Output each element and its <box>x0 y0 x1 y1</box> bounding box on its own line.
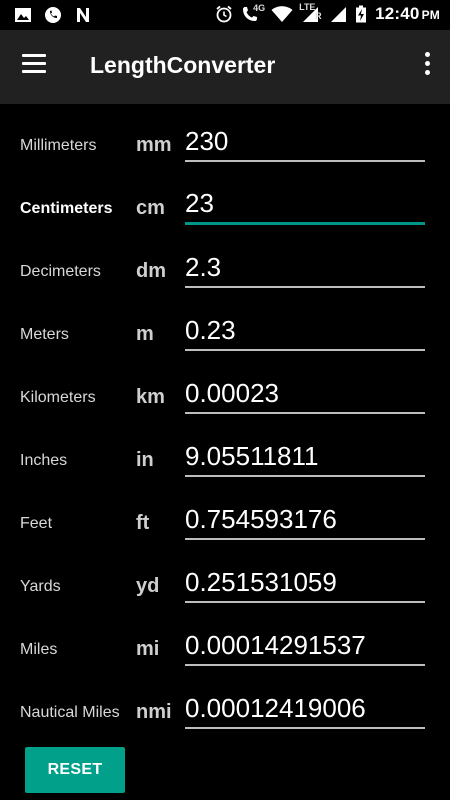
cm-value-input[interactable] <box>185 187 425 225</box>
unit-name-label: Feet <box>20 515 53 532</box>
unit-symbol-label: nmi <box>136 701 172 723</box>
signal-icon: LTE R <box>299 2 322 23</box>
unit-name-label: Centimeters <box>20 200 113 217</box>
unit-symbol-label: dm <box>136 260 166 282</box>
hamburger-menu-icon[interactable] <box>20 54 50 80</box>
battery-charging-icon <box>356 5 367 23</box>
alarm-icon <box>216 5 232 23</box>
reset-button[interactable]: RESET <box>25 747 125 793</box>
km-value-input[interactable] <box>185 376 425 414</box>
nmi-value-input[interactable] <box>185 691 425 729</box>
status-bar: 4G LTE R 12:40 PM <box>0 0 450 30</box>
ft-value-input[interactable] <box>185 502 425 540</box>
unit-row-m: Meters m <box>0 293 450 356</box>
unit-name-label: Meters <box>20 326 69 343</box>
unit-row-in: Inches in <box>0 419 450 482</box>
app-bar: LengthConverter <box>0 30 450 104</box>
unit-name-label: Miles <box>20 641 58 658</box>
unit-list: Millimeters mm Centimeters cm Decimeters dm Me… <box>0 104 450 734</box>
unit-row-km: Kilometers km <box>0 356 450 419</box>
roaming-label: R <box>315 11 322 21</box>
mi-value-input[interactable] <box>185 628 425 666</box>
unit-symbol-label: mi <box>136 638 160 660</box>
network-4g-label: 4G <box>253 3 266 13</box>
in-value-input[interactable] <box>185 439 425 477</box>
wifi-calling-icon: 4G <box>241 3 266 23</box>
unit-symbol-label: km <box>136 386 165 408</box>
unit-symbol-label: mm <box>136 134 172 156</box>
unit-row-ft: Feet ft <box>0 482 450 545</box>
app-title: LengthConverter <box>90 52 276 78</box>
unit-row-dm: Decimeters dm <box>0 230 450 293</box>
image-icon <box>15 8 31 22</box>
more-vert-icon[interactable] <box>420 52 434 82</box>
unit-name-label: Millimeters <box>20 137 97 154</box>
clock: 12:40 PM <box>375 4 440 24</box>
mm-value-input[interactable] <box>185 124 425 162</box>
unit-symbol-label: yd <box>136 575 160 597</box>
unit-row-cm: Centimeters cm <box>0 167 450 230</box>
lte-label: LTE <box>299 2 316 12</box>
unit-symbol-label: in <box>136 449 154 471</box>
wifi-icon <box>271 6 293 22</box>
signal-icon <box>331 7 347 22</box>
unit-name-label: Kilometers <box>20 389 96 406</box>
whatsapp-icon <box>45 7 61 23</box>
unit-name-label: Inches <box>20 452 68 469</box>
dm-value-input[interactable] <box>185 250 425 288</box>
unit-row-yd: Yards yd <box>0 545 450 608</box>
unit-row-mi: Miles mi <box>0 608 450 671</box>
unit-row-nmi: Nautical Miles nmi <box>0 671 450 734</box>
unit-name-label: Nautical Miles <box>20 704 120 721</box>
m-value-input[interactable] <box>185 313 425 351</box>
unit-symbol-label: cm <box>136 197 165 219</box>
unit-name-label: Decimeters <box>20 263 101 280</box>
clock-time: 12:40 <box>375 4 420 23</box>
unit-symbol-label: m <box>136 323 154 345</box>
unit-symbol-label: ft <box>136 512 150 534</box>
clock-ampm: PM <box>421 8 440 22</box>
yd-value-input[interactable] <box>185 565 425 603</box>
unit-row-mm: Millimeters mm <box>0 104 450 167</box>
n-logo-icon <box>77 8 89 22</box>
unit-name-label: Yards <box>20 578 61 595</box>
